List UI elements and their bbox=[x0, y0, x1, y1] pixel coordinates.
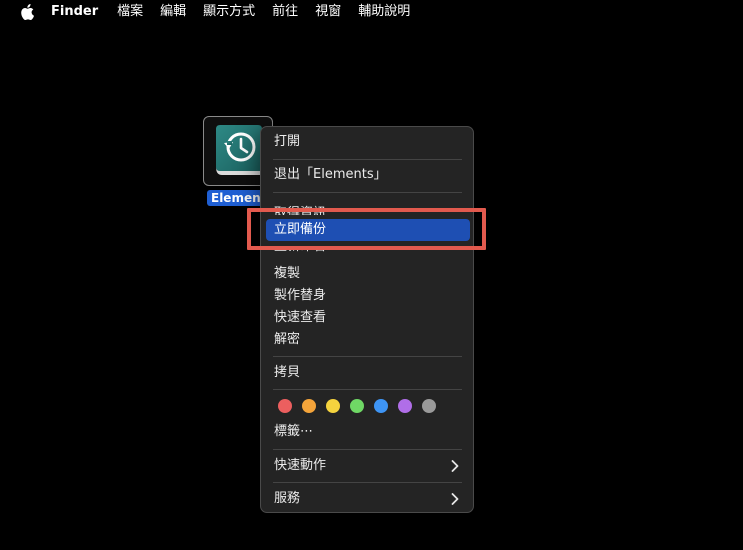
menu-item-open[interactable]: 打開 bbox=[274, 131, 300, 153]
tag-green[interactable] bbox=[350, 399, 364, 413]
tag-yellow[interactable] bbox=[326, 399, 340, 413]
separator bbox=[273, 356, 462, 357]
menu-edit[interactable]: 編輯 bbox=[160, 0, 186, 24]
tag-gray[interactable] bbox=[422, 399, 436, 413]
tag-orange[interactable] bbox=[302, 399, 316, 413]
annotation-highlight-box bbox=[247, 208, 486, 250]
chevron-right-icon bbox=[451, 455, 459, 477]
menu-item-copy[interactable]: 拷貝 bbox=[274, 362, 300, 384]
menu-finder[interactable]: Finder bbox=[51, 0, 98, 24]
separator bbox=[273, 449, 462, 450]
menu-item-quick-actions[interactable]: 快速動作 bbox=[274, 455, 326, 477]
apple-icon[interactable] bbox=[20, 4, 34, 20]
chevron-right-icon bbox=[451, 488, 459, 510]
menu-item-tags[interactable]: 標籤⋯ bbox=[274, 421, 313, 443]
tag-purple[interactable] bbox=[398, 399, 412, 413]
separator bbox=[273, 159, 462, 160]
menu-window[interactable]: 視窗 bbox=[315, 0, 341, 24]
menu-bar: Finder 檔案 編輯 顯示方式 前往 視窗 輔助說明 bbox=[0, 0, 743, 24]
menu-item-duplicate[interactable]: 複製 bbox=[274, 263, 300, 285]
menu-item-make-alias[interactable]: 製作替身 bbox=[274, 285, 326, 307]
menu-go[interactable]: 前往 bbox=[272, 0, 298, 24]
menu-item-quick-look[interactable]: 快速查看 bbox=[274, 307, 326, 329]
context-menu: 打開 退出「Elements」 取得資訊 立即備份 重新命名 複製 製作替身 快… bbox=[260, 126, 474, 513]
separator bbox=[273, 192, 462, 193]
separator bbox=[273, 389, 462, 390]
tag-red[interactable] bbox=[278, 399, 292, 413]
tag-color-row bbox=[278, 399, 436, 413]
menu-view[interactable]: 顯示方式 bbox=[203, 0, 255, 24]
separator bbox=[273, 482, 462, 483]
menu-file[interactable]: 檔案 bbox=[117, 0, 143, 24]
menu-item-services[interactable]: 服務 bbox=[274, 488, 300, 510]
menu-item-eject[interactable]: 退出「Elements」 bbox=[274, 164, 387, 186]
tag-blue[interactable] bbox=[374, 399, 388, 413]
desktop: Finder 檔案 編輯 顯示方式 前往 視窗 輔助說明 Element 打開 … bbox=[0, 0, 743, 550]
menu-item-decrypt[interactable]: 解密 bbox=[274, 329, 300, 351]
menu-help[interactable]: 輔助說明 bbox=[358, 0, 410, 24]
